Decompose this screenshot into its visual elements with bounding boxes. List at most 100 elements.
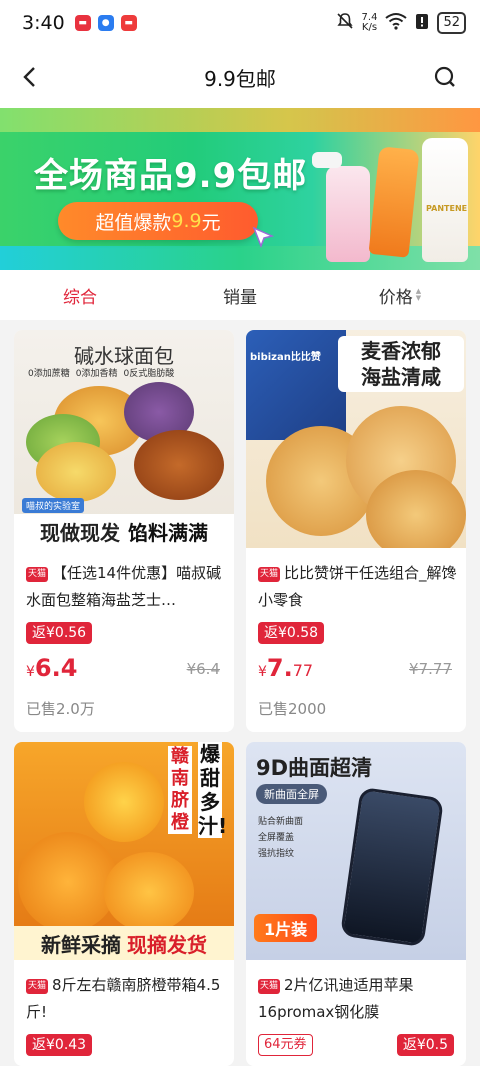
product-title: 2片亿讯迪适用苹果16promax钢化膜	[258, 976, 414, 1021]
orange-image	[84, 762, 164, 842]
status-right: 7.4 K/s 52	[336, 12, 466, 34]
app-red-icon: ▬	[120, 15, 137, 31]
image-bottom-text-b: 馅料满满	[128, 520, 208, 545]
status-bar: 3:40 ▬ ● ▬ 7.4 K/s 52	[0, 0, 480, 46]
price-symbol: ¥	[258, 664, 267, 680]
image-feature: 全屏覆盖	[258, 833, 295, 843]
banner-title: 全场商品9.9包邮	[34, 156, 308, 196]
sort-price-label: 价格	[378, 287, 413, 308]
image-tag: 0添加香精	[75, 369, 118, 379]
original-price: ¥7.77	[409, 660, 452, 678]
image-bottom-text-a: 现做现发	[40, 520, 120, 545]
rebate-badge: 返¥0.58	[258, 622, 325, 644]
image-ribbon: 喵叔的实验室	[22, 498, 85, 513]
shampoo-brand: PANTENE	[426, 204, 468, 213]
shampoo-bottle-image	[422, 138, 468, 262]
image-tags: 0添加蔗糖 0添加香精 0反式脂肪酸	[28, 366, 174, 379]
wifi-icon	[385, 12, 408, 34]
search-icon	[434, 66, 455, 87]
sort-price-wrap: 价格 ▲ ▼	[379, 283, 421, 308]
tmall-badge: 天猫	[26, 979, 49, 994]
banner-pill-prefix: 超值爆款	[95, 211, 172, 234]
banner-pill-price: 9.9	[171, 210, 202, 232]
promo-banner[interactable]: 全场商品9.9包邮 超值爆款 9.9 元 PANTENE	[0, 108, 480, 270]
app-red-icon: ▬	[74, 15, 91, 31]
price-decimal: 77	[292, 661, 314, 680]
product-name: 天猫 【任选14件优惠】喵叔碱水面包整箱海盐芝士…	[26, 560, 226, 614]
sort-tab-sales[interactable]: 销量	[160, 283, 320, 308]
sort-bar: 综合 销量 价格 ▲ ▼	[0, 270, 480, 320]
image-badge: 1片装	[254, 914, 318, 942]
image-bottom-banner: 新鲜采摘 现摘发货	[14, 926, 234, 960]
back-arrow-icon	[23, 67, 35, 87]
rebate-badge: 返¥0.43	[26, 1034, 93, 1056]
image-side-text-a: 赣南脐橙	[168, 746, 192, 834]
banner-pill-suffix: 元	[201, 211, 221, 234]
product-title: 【任选14件优惠】喵叔碱水面包整箱海盐芝士…	[26, 564, 222, 609]
banner-pill: 超值爆款 9.9 元	[58, 202, 258, 240]
product-card[interactable]: 碱水球面包 0添加蔗糖 0添加香精 0反式脂肪酸 喵叔的实验室 现做现发 馅料满…	[14, 330, 234, 732]
image-title-b: 海盐清咸	[361, 365, 441, 389]
sort-arrows-icon: ▲ ▼	[415, 287, 422, 302]
lotion-pump-icon	[312, 152, 342, 168]
back-button[interactable]	[16, 62, 46, 92]
tmall-badge: 天猫	[258, 979, 281, 994]
image-title-a: 麦香浓郁	[361, 339, 441, 363]
product-name: 天猫 2片亿讯迪适用苹果16promax钢化膜	[258, 972, 458, 1026]
image-feature: 贴合新曲面	[258, 817, 304, 827]
banner-top-stripe	[0, 108, 480, 132]
product-image: 9D曲面超清 新曲面全屏 贴合新曲面 全屏覆盖 强抗指纹 1片装	[246, 742, 466, 960]
product-name: 天猫 8斤左右赣南脐橙带箱4.5斤!	[26, 972, 226, 1026]
lotion-bottle-image	[326, 166, 370, 262]
bun-image	[36, 442, 116, 502]
net-speed: 7.4 K/s	[362, 13, 378, 33]
price-symbol: ¥	[26, 664, 35, 680]
tmall-badge: 天猫	[26, 567, 49, 582]
product-name: 天猫 比比赞饼干任选组合_解馋小零食	[258, 560, 458, 614]
image-features: 贴合新曲面 全屏覆盖 强抗指纹	[258, 814, 303, 862]
original-price: ¥6.4	[186, 660, 220, 678]
current-price: ¥7.77	[258, 654, 313, 682]
bun-image	[134, 430, 224, 500]
image-bottom-banner: 现做现发 馅料满满	[14, 514, 234, 548]
orange-image	[104, 852, 194, 932]
product-card[interactable]: 赣南脐橙 爆甜多汁! 新鲜采摘 现摘发货 天猫 8斤左右赣南脐橙带箱4.5斤! 返…	[14, 742, 234, 1066]
page-title: 9.9包邮	[204, 66, 276, 91]
brand-text: bibizan比比赞	[250, 352, 321, 363]
product-title: 8斤左右赣南脐橙带箱4.5斤!	[26, 976, 221, 1021]
sort-tab-price[interactable]: 价格 ▲ ▼	[320, 283, 480, 308]
biscuit-package-image	[246, 330, 346, 440]
image-subtitle: 新曲面全屏	[256, 784, 327, 804]
image-feature: 强抗指纹	[258, 849, 295, 859]
status-time: 3:40	[22, 12, 65, 34]
search-button[interactable]	[430, 62, 460, 92]
product-image: 赣南脐橙 爆甜多汁! 新鲜采摘 现摘发货	[14, 742, 234, 960]
product-card[interactable]: 9D曲面超清 新曲面全屏 贴合新曲面 全屏覆盖 强抗指纹 1片装 天猫 2片亿讯迪…	[246, 742, 466, 1066]
product-image: bibizan比比赞 麦香浓郁 海盐清咸	[246, 330, 466, 548]
price-value: 6.4	[34, 654, 78, 682]
sort-tab-comprehensive[interactable]: 综合	[0, 283, 160, 308]
sold-count: 已售2.0万	[26, 700, 95, 718]
product-card[interactable]: bibizan比比赞 麦香浓郁 海盐清咸 天猫 比比赞饼干任选组合_解馋小零食 返…	[246, 330, 466, 732]
image-title-box: 麦香浓郁 海盐清咸	[338, 336, 464, 392]
image-bottom-text-b: 现摘发货	[127, 932, 207, 957]
alert-icon	[415, 12, 429, 34]
image-bottom-text-a: 新鲜采摘	[41, 932, 121, 957]
cleaner-bottle-image	[368, 146, 420, 258]
mute-icon	[336, 12, 354, 34]
rebate-badge: 返¥0.56	[26, 622, 93, 644]
sold-count: 已售2000	[258, 700, 327, 718]
page-header: 9.9包邮	[0, 46, 480, 108]
image-caption: 碱水球面包	[74, 344, 174, 368]
product-title: 比比赞饼干任选组合_解馋小零食	[258, 564, 457, 609]
app-blue-icon: ●	[97, 15, 114, 31]
image-title: 9D曲面超清	[256, 756, 373, 780]
image-side-text-b: 爆甜多汁!	[198, 742, 228, 838]
image-tag: 0反式脂肪酸	[123, 369, 175, 379]
rebate-badge: 返¥0.5	[396, 1034, 454, 1056]
product-image: 碱水球面包 0添加蔗糖 0添加香精 0反式脂肪酸 喵叔的实验室 现做现发 馅料满…	[14, 330, 234, 548]
battery-icon: 52	[437, 12, 466, 34]
current-price: ¥6.4	[26, 654, 77, 682]
price-value: 7.	[266, 654, 293, 682]
phone-image	[339, 786, 445, 948]
